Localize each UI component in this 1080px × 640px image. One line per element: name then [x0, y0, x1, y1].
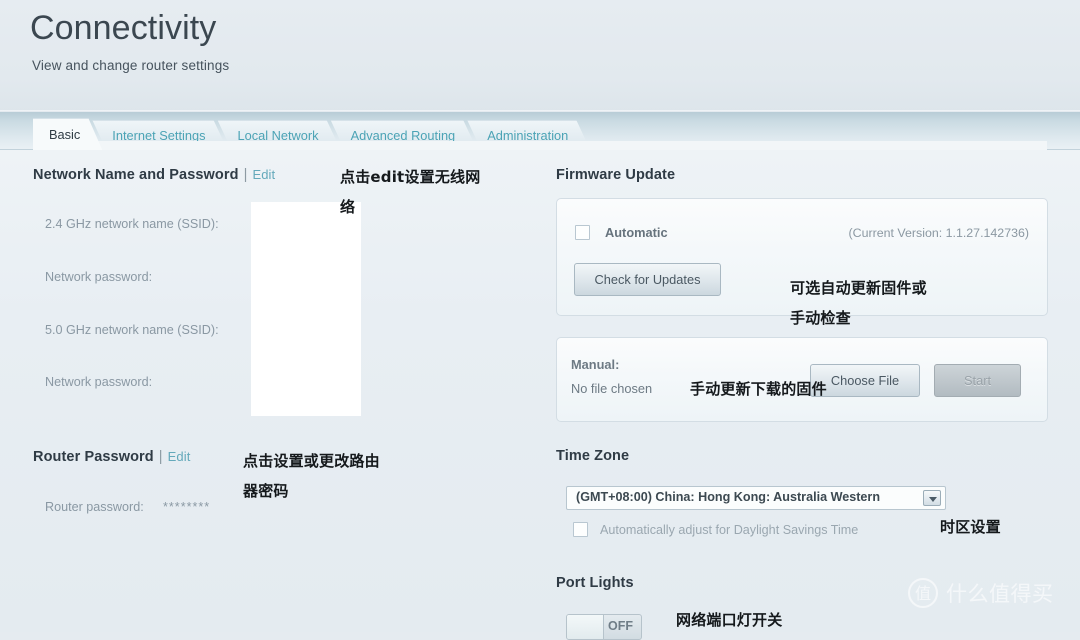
annotation-port-lights: 网络端口灯开关	[676, 611, 783, 629]
page-title: Connectivity	[30, 9, 217, 47]
router-heading-separator: |	[158, 449, 163, 465]
settings-content: Network Name and Password | Edit 2.4 GHz n…	[0, 150, 1080, 640]
port-lights-title: Port Lights	[556, 575, 634, 591]
current-version-text: (Current Version: 1.1.27.142736)	[848, 226, 1029, 240]
tab-content-top-edge	[33, 141, 1047, 150]
firmware-update-title: Firmware Update	[556, 167, 676, 183]
timezone-title: Time Zone	[556, 448, 630, 464]
automatic-update-label: Automatic	[605, 225, 668, 240]
annotation-wireless-edit: 点击edit设置无线网 络	[340, 168, 481, 216]
timezone-selected-value: (GMT+08:00) China: Hong Kong: Australia …	[576, 490, 881, 504]
network-password-50ghz-label: Network password:	[45, 375, 153, 389]
network-password-24ghz-label: Network password:	[45, 270, 153, 284]
network-edit-link[interactable]: Edit	[252, 167, 275, 182]
chevron-down-icon[interactable]	[923, 490, 941, 506]
network-heading-separator: |	[243, 167, 248, 183]
network-name-password-title: Network Name and Password	[33, 167, 239, 183]
router-password-heading: Router Password | Edit	[33, 449, 190, 465]
network-name-password-heading: Network Name and Password | Edit	[33, 167, 275, 183]
annotation-timezone: 时区设置	[940, 518, 1001, 536]
daylight-savings-checkbox[interactable]	[573, 522, 588, 537]
redaction-overlay	[251, 202, 361, 416]
router-password-edit-link[interactable]: Edit	[168, 449, 191, 464]
port-lights-toggle-state: OFF	[608, 619, 633, 633]
manual-label: Manual:	[571, 357, 620, 372]
ssid-50ghz-label: 5.0 GHz network name (SSID):	[45, 323, 219, 337]
timezone-select[interactable]: (GMT+08:00) China: Hong Kong: Australia …	[566, 486, 946, 510]
router-password-title: Router Password	[33, 449, 154, 465]
check-for-updates-button[interactable]: Check for Updates	[574, 263, 721, 296]
page-header: Connectivity View and change router sett…	[0, 0, 1080, 112]
tab-basic[interactable]: Basic	[33, 118, 102, 150]
annotation-firmware-auto: 可选自动更新固件或 手动检查	[790, 279, 927, 327]
annotation-firmware-manual: 手动更新下载的固件	[690, 380, 827, 398]
toggle-knob[interactable]	[567, 615, 604, 639]
no-file-chosen-text: No file chosen	[571, 381, 653, 396]
start-button: Start	[934, 364, 1021, 397]
daylight-savings-label: Automatically adjust for Daylight Saving…	[600, 523, 859, 537]
router-password-label: Router password:	[45, 500, 144, 514]
page-subtitle: View and change router settings	[32, 58, 230, 73]
router-password-value: ********	[163, 500, 211, 514]
automatic-update-checkbox[interactable]	[575, 225, 590, 240]
ssid-24ghz-label: 2.4 GHz network name (SSID):	[45, 217, 219, 231]
annotation-router-password: 点击设置或更改路由 器密码	[243, 452, 380, 500]
port-lights-toggle[interactable]: OFF	[566, 614, 642, 640]
